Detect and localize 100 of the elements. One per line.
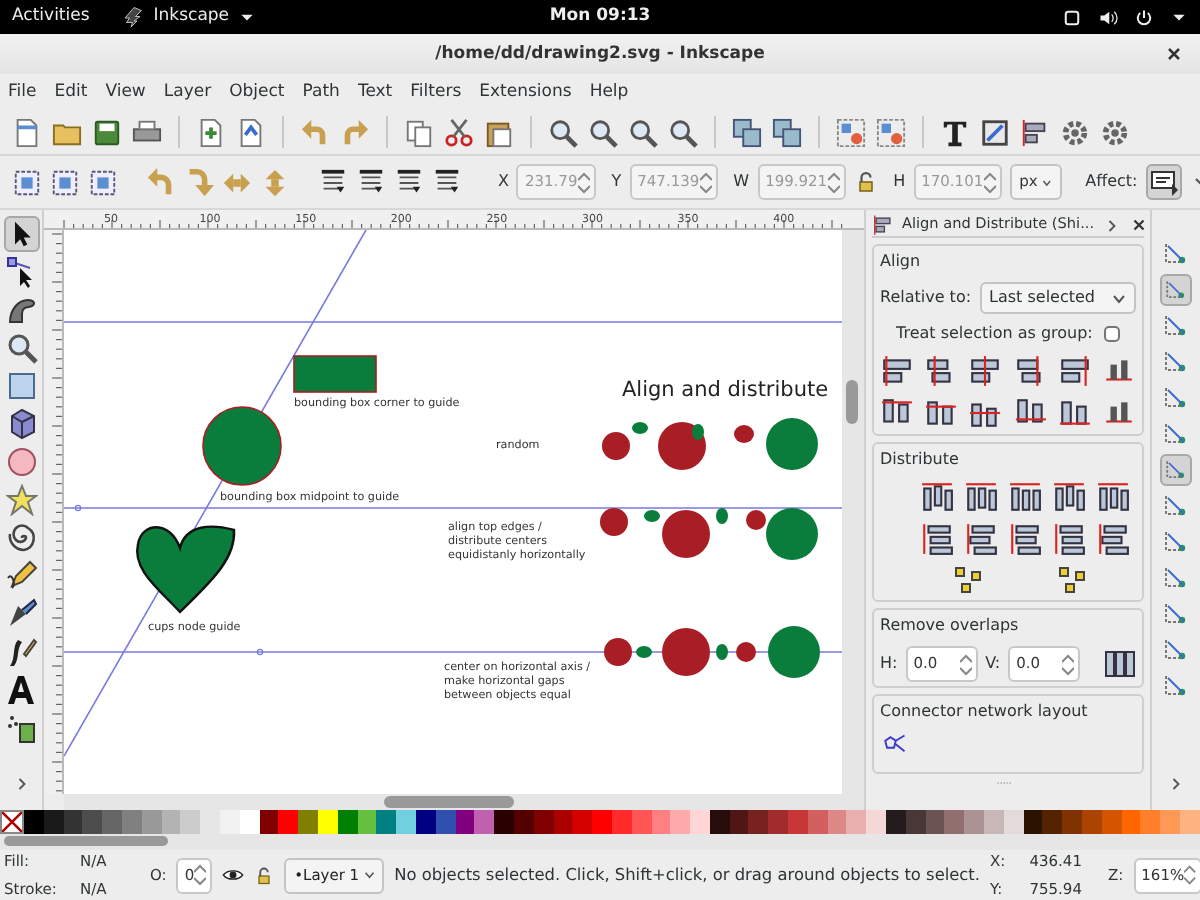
selector-tool-icon[interactable]	[3, 216, 39, 252]
distribute-icon[interactable]	[1096, 522, 1130, 556]
heart-shape[interactable]	[136, 525, 236, 614]
snap-icon[interactable]	[1160, 454, 1192, 486]
color-swatch[interactable]	[1003, 810, 1024, 834]
star-tool-icon[interactable]	[3, 482, 39, 518]
text-tool-icon[interactable]	[3, 672, 39, 708]
color-swatch[interactable]	[670, 810, 691, 834]
layer-order-icon[interactable]	[394, 167, 424, 197]
color-swatch[interactable]	[396, 810, 416, 834]
color-swatch[interactable]	[1042, 810, 1063, 834]
menu-item[interactable]: Object	[229, 79, 285, 105]
color-swatch[interactable]	[592, 810, 612, 834]
ellipse-tool-icon[interactable]	[3, 444, 39, 480]
color-swatch[interactable]	[690, 810, 710, 834]
affect-icon[interactable]	[1145, 164, 1182, 200]
gear-icon[interactable]	[1060, 117, 1090, 147]
align-icon[interactable]	[1057, 354, 1092, 388]
color-swatch[interactable]	[141, 810, 162, 834]
color-swatch[interactable]	[24, 810, 44, 834]
select-all-icon[interactable]	[50, 167, 80, 197]
color-swatch[interactable]	[944, 810, 965, 834]
group-icon[interactable]	[836, 117, 866, 147]
graph-layout-icon[interactable]	[1056, 564, 1088, 596]
color-swatch[interactable]	[748, 810, 769, 834]
layer-order-icon[interactable]	[356, 167, 386, 197]
color-swatch[interactable]	[1160, 810, 1181, 834]
spinner-icon[interactable]	[577, 171, 590, 193]
duplicate-icon[interactable]	[732, 117, 762, 147]
distribute-icon[interactable]	[920, 522, 954, 556]
select-all-icon[interactable]	[12, 167, 42, 197]
printer-icon[interactable]	[132, 117, 162, 147]
color-swatch[interactable]	[1121, 810, 1141, 834]
spinner-icon[interactable]	[194, 864, 207, 886]
copy-icon[interactable]	[404, 117, 434, 147]
snap-icon[interactable]	[1160, 274, 1192, 306]
color-swatch[interactable]	[161, 810, 181, 834]
activities-button[interactable]: Activities	[12, 4, 90, 30]
menu-item[interactable]: View	[105, 79, 146, 105]
circles-drawing[interactable]	[600, 508, 818, 560]
color-swatch[interactable]	[533, 810, 554, 834]
distribute-icon[interactable]	[920, 480, 954, 514]
color-swatch[interactable]	[925, 810, 945, 834]
color-swatch[interactable]	[964, 810, 985, 834]
paste-icon[interactable]	[484, 117, 514, 147]
distribute-icon[interactable]	[1096, 480, 1130, 514]
spinner-icon[interactable]	[699, 171, 712, 193]
app-menu[interactable]: Inkscape	[153, 4, 230, 30]
color-swatch[interactable]	[259, 810, 279, 834]
color-swatch[interactable]	[846, 810, 867, 834]
eye-icon[interactable]	[222, 864, 245, 886]
menu-item[interactable]: Edit	[54, 79, 88, 105]
color-swatch[interactable]	[984, 810, 1004, 834]
color-swatch[interactable]	[102, 810, 122, 834]
color-swatch[interactable]	[219, 810, 240, 834]
menu-item[interactable]: File	[8, 79, 37, 105]
menu-item[interactable]: Path	[302, 79, 340, 105]
color-swatch[interactable]	[278, 810, 299, 834]
spinner-icon[interactable]	[983, 171, 996, 193]
circles-drawing[interactable]	[602, 418, 818, 470]
text-icon[interactable]	[940, 117, 970, 147]
menu-item[interactable]: Text	[357, 79, 393, 105]
canvas-heading[interactable]: Align and distribute	[622, 378, 829, 402]
spinner-icon[interactable]	[959, 653, 972, 675]
color-swatch[interactable]	[553, 810, 573, 834]
color-swatch[interactable]	[63, 810, 83, 834]
align-icon[interactable]	[924, 396, 959, 430]
color-swatch[interactable]	[317, 810, 338, 834]
pencil-tool-icon[interactable]	[3, 558, 39, 594]
color-swatch[interactable]	[572, 810, 593, 834]
menu-item[interactable]: Filters	[410, 79, 462, 105]
color-swatch[interactable]	[474, 810, 495, 834]
color-swatch[interactable]	[1023, 810, 1043, 834]
group-checkbox[interactable]	[1104, 326, 1120, 342]
window-icon[interactable]	[1062, 7, 1082, 27]
color-swatch[interactable]	[827, 810, 847, 834]
menu-item[interactable]: Help	[589, 79, 629, 105]
color-swatch[interactable]	[611, 810, 632, 834]
duplicate-icon[interactable]	[772, 117, 802, 147]
clock[interactable]: Mon 09:13	[549, 4, 651, 30]
fill-stroke-icon[interactable]	[980, 117, 1010, 147]
close-icon[interactable]	[1164, 44, 1184, 64]
color-swatch[interactable]	[121, 810, 142, 834]
new-document-icon[interactable]	[12, 117, 42, 147]
guide-handle[interactable]	[74, 504, 82, 512]
distribute-icon[interactable]	[1052, 480, 1086, 514]
remove-overlaps-icon[interactable]	[1103, 648, 1136, 680]
power-icon[interactable]	[1134, 7, 1154, 27]
scrollbar-thumb[interactable]	[846, 380, 858, 424]
zoom-tool-icon[interactable]	[3, 330, 39, 366]
layer-order-icon[interactable]	[432, 167, 462, 197]
color-swatch[interactable]	[376, 810, 397, 834]
distribute-icon[interactable]	[1052, 522, 1086, 556]
color-swatch[interactable]	[1082, 810, 1102, 834]
import-icon[interactable]	[196, 117, 226, 147]
zoom-icon[interactable]	[548, 117, 578, 147]
color-swatch[interactable]	[513, 810, 534, 834]
color-swatch[interactable]	[1062, 810, 1083, 834]
distribute-icon[interactable]	[1008, 522, 1042, 556]
color-swatch[interactable]	[729, 810, 749, 834]
